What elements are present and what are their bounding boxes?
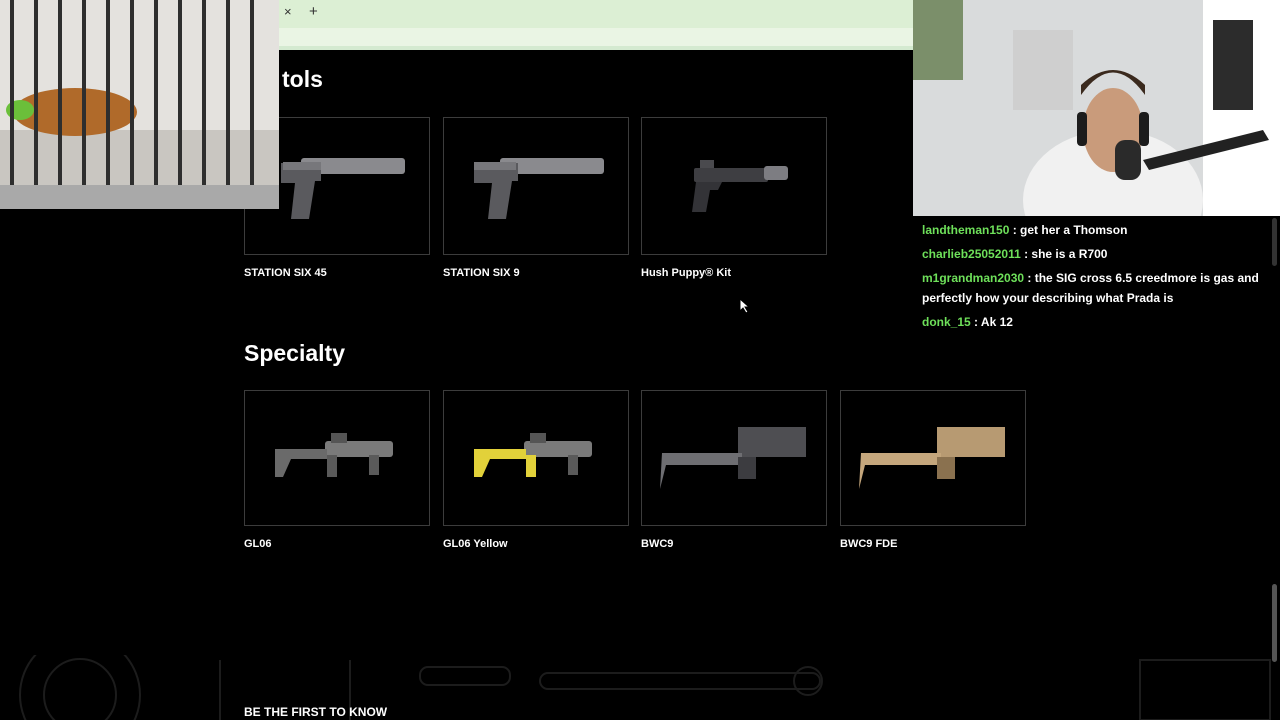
product-card-gl06-yellow[interactable] [443,390,629,526]
browser-tab-strip [278,0,914,28]
chat-panel: landtheman150 : get her a Thomson charli… [918,220,1270,336]
glock-suppressor-kit-image [692,160,788,212]
product-card-bwc9[interactable] [641,390,827,526]
product-card-hush-puppy-kit[interactable] [641,117,827,255]
footer-decoration [19,655,1271,720]
grenade-launcher-image [474,433,592,477]
chat-username[interactable]: landtheman150 [922,223,1009,237]
chat-text: : get her a Thomson [1012,223,1128,237]
section-title-pistols: tols [282,66,323,92]
new-tab-icon[interactable]: + [309,3,318,20]
folding-carbine-image [859,427,1005,489]
chat-message: donk_15 : Ak 12 [918,312,1270,332]
product-name[interactable]: GL06 Yellow [443,538,508,550]
newsletter-title: BE THE FIRST TO KNOW [244,705,388,719]
close-tab-icon[interactable]: × [284,4,292,19]
chat-text: : she is a R700 [1024,247,1108,261]
chat-message: charlieb25052011 : she is a R700 [918,244,1270,264]
product-name[interactable]: Hush Puppy® Kit [641,267,731,279]
chat-username[interactable]: donk_15 [922,315,971,329]
chat-text: : Ak 12 [974,315,1013,329]
webcam-overlay-right [913,0,1280,216]
product-card-station-six-9[interactable] [443,117,629,255]
product-name[interactable]: STATION SIX 9 [443,267,520,279]
product-card-bwc9-fde[interactable] [840,390,1026,526]
folding-carbine-image [660,427,806,489]
product-name[interactable]: STATION SIX 45 [244,267,327,279]
webcam-overlay-left [0,0,279,209]
suppressed-pistol-image [474,158,604,219]
browser-toolbar [278,28,914,50]
chat-username[interactable]: m1grandman2030 [922,271,1024,285]
grenade-launcher-image [275,433,393,477]
chat-message: landtheman150 : get her a Thomson [918,220,1270,240]
product-name[interactable]: BWC9 FDE [840,538,897,550]
product-name[interactable]: BWC9 [641,538,673,550]
page-scrollbar[interactable] [1272,584,1277,662]
chat-scrollbar[interactable] [1272,218,1277,266]
product-card-gl06[interactable] [244,390,430,526]
section-title-specialty: Specialty [244,340,345,366]
product-name[interactable]: GL06 [244,538,272,550]
chat-username[interactable]: charlieb25052011 [922,247,1021,261]
chat-message: m1grandman2030 : the SIG cross 6.5 creed… [918,268,1270,308]
mouse-cursor-icon [739,298,751,314]
